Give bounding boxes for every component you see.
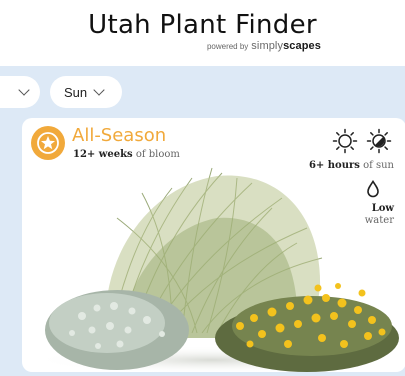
powered-by-label: powered by xyxy=(206,42,249,51)
brand-logo[interactable]: simplyscapes xyxy=(251,40,321,52)
chevron-down-icon xyxy=(18,84,30,96)
water-amount: Low xyxy=(371,203,394,214)
bloom-suffix: of bloom xyxy=(135,149,180,160)
plant-image xyxy=(32,167,399,372)
chevron-down-icon xyxy=(93,84,105,96)
results-area: Sun All-Season 12+ weeks of bloom 6+ hou… xyxy=(0,66,405,376)
plant-card[interactable]: All-Season 12+ weeks of bloom 6+ hours o… xyxy=(22,118,405,372)
brand-part-scapes: scapes xyxy=(283,40,321,52)
filter-dropdown-partial[interactable] xyxy=(0,76,40,108)
bloom-value: 12+ weeks xyxy=(73,149,133,160)
sun-suffix: of sun xyxy=(363,160,394,171)
app-title: Utah Plant Finder xyxy=(88,10,317,40)
bloom-info: 12+ weeks of bloom xyxy=(73,149,180,160)
filter-dropdown-sun[interactable]: Sun xyxy=(50,76,122,108)
star-flower-icon xyxy=(37,132,59,154)
season-title: All-Season xyxy=(72,125,167,146)
water-label: water xyxy=(364,215,394,226)
app-header: Utah Plant Finder powered by simplyscape… xyxy=(0,0,405,66)
full-sun-icon xyxy=(332,128,358,154)
partial-sun-icon xyxy=(366,128,392,154)
brand-part-simply: simply xyxy=(251,40,284,52)
filter-sun-label: Sun xyxy=(64,84,88,100)
season-badge xyxy=(31,126,65,160)
sun-info: 6+ hours of sun xyxy=(309,160,394,171)
sun-value: 6+ hours xyxy=(308,160,360,171)
sun-icons xyxy=(332,128,392,154)
water-drop-icon xyxy=(367,180,379,198)
powered-by[interactable]: powered by simplyscapes xyxy=(207,40,321,52)
